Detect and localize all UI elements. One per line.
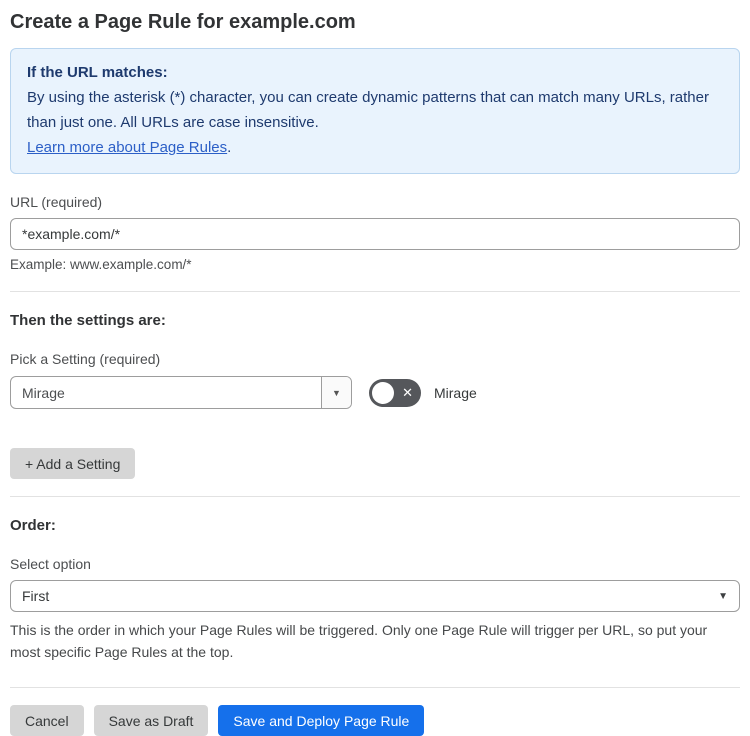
page-title: Create a Page Rule for example.com bbox=[10, 11, 356, 33]
order-help-text: This is the order in which your Page Rul… bbox=[10, 622, 708, 660]
setting-select-value: Mirage bbox=[22, 384, 65, 401]
save-and-deploy-button[interactable]: Save and Deploy Page Rule bbox=[218, 705, 425, 736]
settings-section-heading: Then the settings are: bbox=[10, 312, 166, 329]
footer-actions: Cancel Save as Draft Save and Deploy Pag… bbox=[10, 705, 740, 736]
setting-picker-row: Mirage ▼ ✕ Mirage bbox=[10, 376, 740, 409]
setting-select-arrow-button[interactable]: ▼ bbox=[321, 377, 351, 408]
chevron-down-icon: ▼ bbox=[332, 387, 341, 398]
info-box-heading: If the URL matches: bbox=[27, 64, 168, 81]
learn-more-link[interactable]: Learn more about Page Rules bbox=[27, 139, 227, 156]
url-field-label: URL (required) bbox=[10, 194, 103, 210]
url-example-text: Example: www.example.com/* bbox=[10, 257, 192, 272]
add-setting-button[interactable]: + Add a Setting bbox=[10, 448, 136, 479]
link-period: . bbox=[227, 139, 232, 156]
order-select[interactable]: First ▼ bbox=[10, 580, 740, 612]
order-select-value: First bbox=[22, 588, 50, 604]
divider bbox=[10, 291, 740, 292]
info-box-body: By using the asterisk (*) character, you… bbox=[27, 85, 723, 135]
divider bbox=[10, 496, 740, 497]
save-as-draft-button[interactable]: Save as Draft bbox=[93, 705, 209, 736]
divider bbox=[10, 687, 740, 688]
setting-select[interactable]: Mirage ▼ bbox=[10, 376, 352, 409]
info-box-link-line: Learn more about Page Rules. bbox=[27, 135, 723, 160]
info-box-body-text: By using the asterisk (*) character, you… bbox=[27, 89, 709, 131]
mirage-toggle[interactable]: ✕ bbox=[369, 378, 421, 407]
url-match-info-box: If the URL matches: By using the asteris… bbox=[10, 48, 740, 174]
toggle-knob bbox=[372, 381, 394, 404]
setting-picker-label: Pick a Setting (required) bbox=[10, 351, 161, 367]
url-input[interactable] bbox=[10, 218, 740, 250]
toggle-off-x-icon: ✕ bbox=[402, 385, 413, 400]
toggle-label: Mirage bbox=[434, 384, 477, 401]
order-select-label: Select option bbox=[10, 556, 91, 572]
chevron-down-icon: ▼ bbox=[718, 590, 728, 602]
order-section-heading: Order: bbox=[10, 517, 56, 534]
cancel-button[interactable]: Cancel bbox=[10, 705, 84, 736]
